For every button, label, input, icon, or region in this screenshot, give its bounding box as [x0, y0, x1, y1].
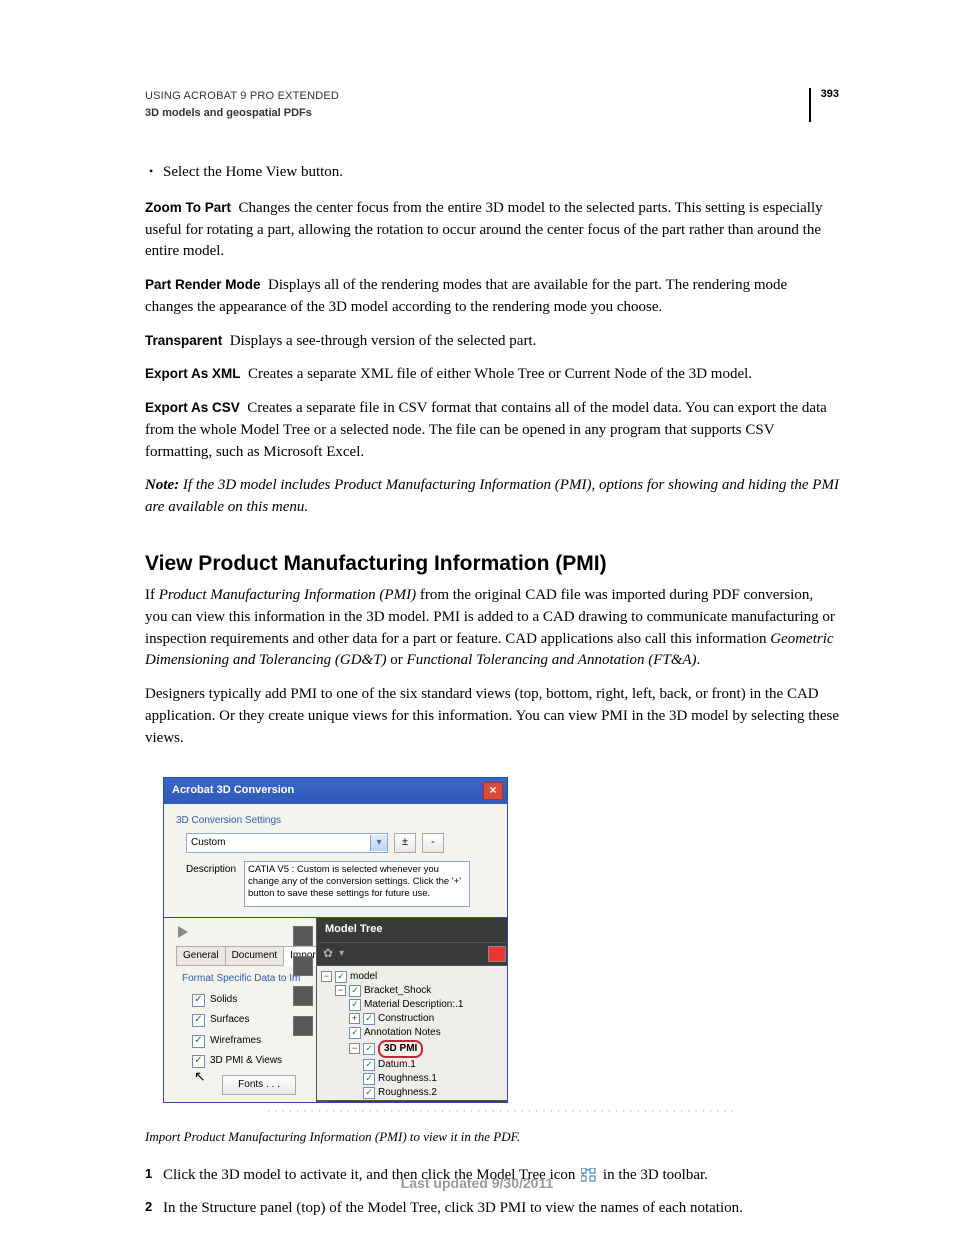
chevron-down-icon[interactable]: ▾: [370, 835, 387, 851]
dialog-title: Acrobat 3D Conversion: [172, 783, 294, 799]
minus-icon[interactable]: −: [321, 971, 332, 982]
scroll-left-icon[interactable]: ◂: [317, 1101, 329, 1103]
bullet-list: Select the Home View button.: [145, 162, 839, 184]
play-icon: [178, 926, 188, 938]
close-icon[interactable]: ×: [483, 782, 503, 800]
page-footer: Last updated 9/30/2011: [0, 1175, 954, 1191]
term-zoom: Zoom To Part: [145, 200, 231, 215]
term-render: Part Render Mode: [145, 277, 261, 292]
check-icon[interactable]: ✓: [335, 971, 347, 983]
highlight-3d-pmi[interactable]: 3D PMI: [378, 1040, 423, 1058]
dialog-upper-body: 3D Conversion Settings Custom ▾ ± - Desc…: [163, 804, 508, 918]
check-icon: ✓: [192, 1014, 205, 1027]
def-render: Part Render Mode Displays all of the ren…: [145, 275, 839, 319]
plus-icon[interactable]: +: [349, 1013, 360, 1024]
minus-icon[interactable]: −: [335, 985, 346, 996]
model-tree-panel: Model Tree ◂ ✿▾ ▾ −✓model −✓Bracket_Shoc…: [316, 918, 508, 1103]
collapse-icon[interactable]: ◂: [507, 924, 508, 936]
conversion-dialog: Acrobat 3D Conversion × 3D Conversion Se…: [163, 777, 508, 1103]
pmi-views-paragraph: Designers typically add PMI to one of th…: [145, 684, 839, 749]
description-textbox[interactable]: CATIA V5 : Custom is selected whenever y…: [244, 861, 470, 907]
text-xml: Creates a separate XML file of either Wh…: [248, 366, 752, 382]
header-left: USING ACROBAT 9 PRO EXTENDED 3D models a…: [145, 88, 339, 122]
perforation-dots: · · · · · · · · · · · · · · · · · · · · …: [163, 1105, 839, 1118]
settings-group-label: 3D Conversion Settings: [176, 814, 495, 829]
panel-title-label: Model Tree: [325, 922, 382, 938]
term-transparent: Transparent: [145, 333, 222, 348]
step-2: 2In the Structure panel (top) of the Mod…: [163, 1198, 839, 1220]
note-paragraph: Note: If the 3D model includes Product M…: [145, 475, 839, 519]
doc-title: USING ACROBAT 9 PRO EXTENDED: [145, 88, 339, 105]
gear-icon[interactable]: ✿: [323, 945, 333, 962]
figure-caption: Import Product Manufacturing Information…: [145, 1128, 839, 1147]
tree-row-datum: ✓Datum.1: [321, 1058, 508, 1072]
description-label: Description: [186, 861, 234, 907]
attachments-icon[interactable]: [293, 986, 313, 1006]
check-icon[interactable]: ✓: [363, 1043, 375, 1055]
page-number: 393: [809, 88, 839, 122]
tab-general[interactable]: General: [176, 946, 226, 967]
pmi-intro-paragraph: If Product Manufacturing Information (PM…: [145, 585, 839, 672]
tree-row-annot: ✓Annotation Notes: [321, 1026, 508, 1040]
color-swatch[interactable]: [488, 946, 506, 962]
cursor-icon: ↖: [194, 1066, 206, 1086]
note-text: If the 3D model includes Product Manufac…: [145, 477, 839, 515]
term-csv: Export As CSV: [145, 400, 240, 415]
tree-row-matdesc: ✓Material Description:.1: [321, 998, 508, 1012]
pages-icon[interactable]: [293, 926, 313, 946]
add-preset-button[interactable]: ±: [394, 833, 416, 853]
bookmarks-icon[interactable]: [293, 956, 313, 976]
term-xml: Export As XML: [145, 366, 241, 381]
panel-titlebar: Model Tree ◂: [317, 918, 508, 943]
remove-preset-button[interactable]: -: [422, 833, 444, 853]
tree-row-pmi: −✓3D PMI: [321, 1040, 508, 1058]
figure-dialog-screenshot: Acrobat 3D Conversion × 3D Conversion Se…: [163, 777, 839, 1118]
def-csv: Export As CSV Creates a separate file in…: [145, 398, 839, 463]
minus-icon[interactable]: −: [349, 1043, 360, 1054]
fonts-button[interactable]: Fonts . . .: [222, 1075, 296, 1095]
def-transparent: Transparent Displays a see-through versi…: [145, 331, 839, 353]
text-zoom: Changes the center focus from the entire…: [145, 200, 823, 260]
check-icon[interactable]: ✓: [363, 1013, 375, 1025]
check-icon: ✓: [192, 1035, 205, 1048]
description-row: Description CATIA V5 : Custom is selecte…: [186, 861, 495, 907]
panel-side-icons: [293, 926, 315, 1036]
tree-row-r2: ✓Roughness.2: [321, 1086, 508, 1100]
def-zoom: Zoom To Part Changes the center focus fr…: [145, 198, 839, 263]
check-icon: ✓: [192, 994, 205, 1007]
tree-row-construction: +✓Construction: [321, 1012, 508, 1026]
dropdown-icon[interactable]: ▾: [339, 947, 344, 962]
chapter-title: 3D models and geospatial PDFs: [145, 105, 339, 122]
tree-view[interactable]: −✓model −✓Bracket_Shock ✓Material Descri…: [317, 966, 508, 1100]
tree-row-model: −✓model: [321, 970, 508, 984]
horizontal-scrollbar[interactable]: ◂: [317, 1100, 508, 1103]
tree-row-r1: ✓Roughness.1: [321, 1072, 508, 1086]
check-icon[interactable]: ✓: [363, 1087, 375, 1099]
steps-list: 1Click the 3D model to activate it, and …: [145, 1165, 839, 1220]
model-tree-icon[interactable]: [293, 1016, 313, 1036]
preset-row: Custom ▾ ± -: [186, 833, 495, 853]
tree-row-bracket: −✓Bracket_Shock: [321, 984, 508, 998]
note-label: Note:: [145, 477, 179, 493]
check-icon[interactable]: ✓: [349, 985, 361, 997]
def-xml: Export As XML Creates a separate XML fil…: [145, 364, 839, 386]
dialog-titlebar[interactable]: Acrobat 3D Conversion ×: [163, 777, 508, 804]
section-heading: View Product Manufacturing Information (…: [145, 549, 839, 579]
dialog-lower-body: General Document Import Format Specific …: [163, 918, 508, 1103]
preset-value: Custom: [191, 836, 225, 851]
tab-document[interactable]: Document: [225, 946, 285, 967]
check-icon[interactable]: ✓: [363, 1073, 375, 1085]
text-transparent: Displays a see-through version of the se…: [230, 333, 537, 349]
check-icon[interactable]: ✓: [363, 1059, 375, 1071]
panel-toolbar: ✿▾ ▾: [317, 943, 508, 966]
page-header: USING ACROBAT 9 PRO EXTENDED 3D models a…: [145, 88, 839, 122]
text-csv: Creates a separate file in CSV format th…: [145, 400, 827, 460]
preset-combobox[interactable]: Custom ▾: [186, 833, 388, 853]
bullet-item: Select the Home View button.: [163, 162, 839, 184]
check-icon[interactable]: ✓: [349, 999, 361, 1011]
check-icon[interactable]: ✓: [349, 1027, 361, 1039]
